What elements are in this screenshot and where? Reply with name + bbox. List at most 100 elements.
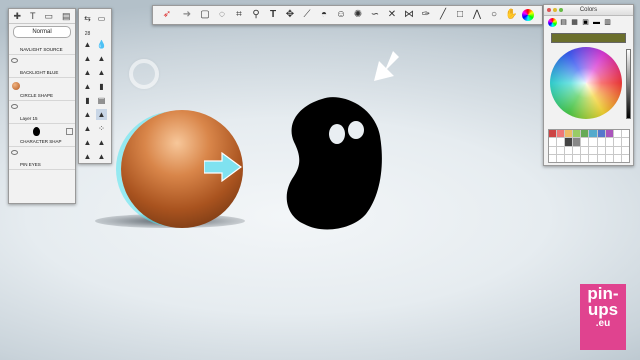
window-controls[interactable]	[547, 8, 563, 12]
color-swatch[interactable]	[565, 130, 573, 138]
selected-tool-icon[interactable]: ▲	[96, 109, 107, 120]
fill-icon[interactable]: ▮	[96, 81, 107, 92]
brightness-slider[interactable]	[626, 49, 631, 119]
color-swatch-grid[interactable]	[548, 129, 630, 163]
color-swatch[interactable]	[589, 130, 597, 138]
color-swatch[interactable]	[565, 138, 573, 146]
copy-layer-icon[interactable]: ▭	[44, 11, 53, 22]
pencil-icon[interactable]: ▲	[82, 39, 93, 50]
color-swatch[interactable]	[565, 154, 573, 162]
color-swatch[interactable]	[605, 130, 613, 138]
color-swatch[interactable]	[573, 138, 581, 146]
mirror-icon[interactable]: ⋈	[403, 9, 415, 21]
chalk-icon[interactable]: ▲	[96, 67, 107, 78]
color-swatch[interactable]	[573, 130, 581, 138]
crop-icon[interactable]: ⌗	[233, 9, 245, 21]
color-swatch[interactable]	[549, 138, 557, 146]
blend-mode-select[interactable]: Normal	[13, 26, 71, 38]
current-color-swatch[interactable]	[551, 33, 626, 43]
add-layer-icon[interactable]: ✚	[13, 11, 21, 22]
color-swatch[interactable]	[613, 130, 621, 138]
color-wheel[interactable]	[550, 47, 622, 119]
color-swatch[interactable]	[565, 146, 573, 154]
color-swatch[interactable]	[581, 138, 589, 146]
color-swatch[interactable]	[557, 146, 565, 154]
color-swatch[interactable]	[621, 130, 629, 138]
gradient-icon[interactable]: ▤	[96, 95, 107, 106]
zoom-icon[interactable]: ⚲	[250, 9, 262, 21]
warp-icon[interactable]: ✺	[352, 9, 364, 21]
layer-row[interactable]: BACKLIGHT BLUE	[9, 55, 75, 78]
color-swatch[interactable]	[581, 130, 589, 138]
layer-row[interactable]: CIRCLE SHAPE	[9, 78, 75, 101]
color-swatch[interactable]	[589, 154, 597, 162]
layer-row[interactable]: CHARACTER SHAP	[9, 124, 75, 147]
sliders-tab-icon[interactable]: ▤	[559, 18, 568, 27]
dots-icon[interactable]: ⁘	[96, 123, 107, 134]
color-swatch[interactable]	[613, 146, 621, 154]
visibility-eye-icon[interactable]	[11, 58, 18, 63]
hand-icon[interactable]: ✋	[505, 9, 517, 21]
color-swatch[interactable]	[573, 154, 581, 162]
image-tab-icon[interactable]: ▣	[581, 18, 590, 27]
airbrush-icon[interactable]: ▲	[82, 53, 93, 64]
color-swatch[interactable]	[621, 146, 629, 154]
delete-layer-icon[interactable]: ▤	[62, 11, 71, 22]
color-swatch[interactable]	[549, 146, 557, 154]
color-swatch[interactable]	[589, 146, 597, 154]
transform-icon[interactable]: ✕	[386, 9, 398, 21]
color-swatch[interactable]	[613, 138, 621, 146]
swap-icon[interactable]: ⇆	[82, 13, 93, 24]
blur-icon[interactable]: ▲	[82, 137, 93, 148]
color-swatch[interactable]	[557, 154, 565, 162]
smudge-icon[interactable]: ▲	[82, 109, 93, 120]
color-swatch[interactable]	[613, 154, 621, 162]
move-icon[interactable]: ✥	[284, 9, 296, 21]
polyline-icon[interactable]: ⋀	[471, 9, 483, 21]
brush-icon[interactable]: ▲	[82, 81, 93, 92]
palette-tab-icon[interactable]: ▦	[570, 18, 579, 27]
text-layer-icon[interactable]: T	[30, 11, 36, 21]
brush-settings-icon[interactable]: ▭	[96, 13, 107, 24]
eraser-icon[interactable]: ▲	[82, 123, 93, 134]
color-swatch[interactable]	[557, 138, 565, 146]
square-icon[interactable]: □	[454, 9, 466, 21]
bucket-icon[interactable]: ◓	[318, 9, 330, 21]
color-swatch[interactable]	[581, 154, 589, 162]
lasso-icon[interactable]: ◌	[216, 9, 228, 21]
pen-path-icon[interactable]: ✑	[420, 9, 432, 21]
layer-lock-icon[interactable]	[66, 128, 73, 135]
color-swatch[interactable]	[597, 154, 605, 162]
stamp-icon[interactable]: ▮	[82, 95, 93, 106]
visibility-eye-icon[interactable]	[11, 104, 18, 109]
color-swatch[interactable]	[573, 146, 581, 154]
ruler-icon[interactable]: ⟋	[301, 9, 313, 21]
charcoal-icon[interactable]: ▲	[96, 151, 107, 162]
ink-icon[interactable]: ▲	[82, 151, 93, 162]
line-icon[interactable]: ╱	[437, 9, 449, 21]
color-swatch[interactable]	[557, 130, 565, 138]
text-tool-icon[interactable]: T	[267, 9, 279, 21]
marker-icon[interactable]: ▲	[82, 67, 93, 78]
crayons-tab-icon[interactable]: ▥	[603, 18, 612, 27]
color-swatch[interactable]	[621, 154, 629, 162]
face-icon[interactable]: ☺	[335, 9, 347, 21]
circle-icon[interactable]: ○	[488, 9, 500, 21]
color-wheel-icon[interactable]	[522, 9, 534, 21]
color-swatch[interactable]	[597, 130, 605, 138]
layer-row[interactable]: NAVLIGHT SOURCE	[9, 40, 75, 55]
color-swatch[interactable]	[589, 138, 597, 146]
visibility-eye-icon[interactable]	[11, 150, 18, 155]
arrow-stroke-icon[interactable]: ➜	[180, 9, 194, 21]
sharpen-icon[interactable]: ▲	[96, 137, 107, 148]
color-swatch[interactable]	[597, 138, 605, 146]
color-swatch[interactable]	[605, 146, 613, 154]
drop-icon[interactable]: 💧	[96, 39, 107, 50]
color-swatch[interactable]	[605, 138, 613, 146]
layer-row[interactable]: Layer 15	[9, 101, 75, 124]
color-swatch[interactable]	[581, 146, 589, 154]
color-swatch[interactable]	[549, 154, 557, 162]
rectangle-select-icon[interactable]: ▢	[199, 9, 211, 21]
color-swatch[interactable]	[605, 154, 613, 162]
spectrum-tab-icon[interactable]: ▬	[592, 18, 601, 27]
